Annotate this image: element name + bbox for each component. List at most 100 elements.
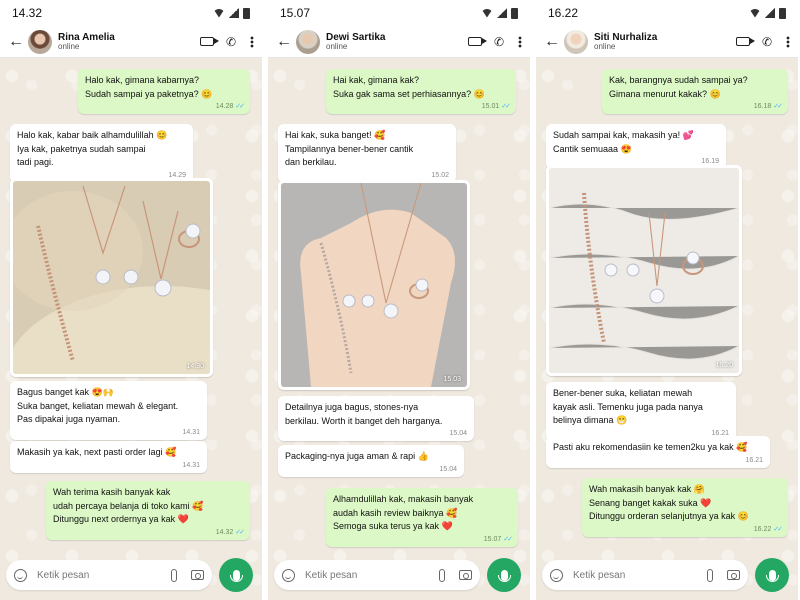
attach-icon[interactable]	[171, 568, 177, 582]
chat-header: ← Rina Amelia online ✆	[0, 26, 262, 58]
message-time: 15.01	[481, 103, 500, 110]
wifi-icon	[749, 8, 761, 18]
more-options-icon[interactable]	[250, 35, 254, 48]
camera-icon[interactable]	[191, 570, 204, 580]
chat-header: ← Siti Nurhaliza online ✆	[536, 26, 798, 58]
message-text: Wah terima kasih banyak kak udah percaya…	[53, 487, 204, 524]
message-time: 14.31	[182, 461, 200, 469]
avatar[interactable]	[564, 29, 588, 54]
message-incoming[interactable]: Packaging-nya juga aman & rapi 👍 15.04	[278, 445, 464, 477]
emoji-icon[interactable]	[14, 568, 27, 582]
emoji-icon[interactable]	[282, 568, 295, 582]
more-options-icon[interactable]	[518, 35, 522, 48]
status-icons	[213, 7, 250, 19]
message-outgoing[interactable]: Alhamdulillah kak, makasih banyak audah …	[326, 488, 518, 547]
signal-icon	[497, 8, 507, 18]
message-text: Alhamdulillah kak, makasih banyak audah …	[333, 494, 474, 531]
message-text: Kak, barangnya sudah sampai ya? Gimana m…	[609, 75, 748, 99]
message-input-bar[interactable]: Ketik pesan	[542, 560, 748, 590]
jewelry-in-hand-image	[281, 183, 467, 387]
message-text: Bener-bener suka, keliatan mewah kayak a…	[553, 388, 703, 425]
read-ticks-icon: ✓✓	[503, 535, 513, 543]
message-time: 16.18	[753, 103, 772, 110]
camera-icon[interactable]	[727, 570, 740, 580]
message-time: 16.22	[753, 525, 772, 533]
more-options-icon[interactable]	[786, 35, 790, 48]
contact-status: online	[326, 41, 348, 51]
phone-call-icon[interactable]: ✆	[226, 36, 238, 48]
mic-button[interactable]	[219, 558, 253, 592]
avatar[interactable]	[28, 29, 52, 54]
read-ticks-icon: ✓✓	[235, 103, 245, 110]
signal-icon	[229, 8, 239, 18]
message-incoming[interactable]: Halo kak, kabar baik alhamdulillah 😊 Iya…	[10, 124, 193, 183]
photo-time: 14.30	[186, 363, 204, 370]
mic-button[interactable]	[487, 558, 521, 592]
back-arrow-icon[interactable]: ←	[276, 33, 292, 51]
phone-call-icon[interactable]: ✆	[762, 36, 774, 48]
contact-status: online	[594, 41, 616, 51]
phone-call-icon[interactable]: ✆	[494, 36, 506, 48]
contact-name: Dewi Sartika	[326, 31, 386, 43]
message-incoming[interactable]: Detailnya juga bagus, stones-nya berkila…	[278, 396, 474, 441]
message-text: Halo kak, gimana kabarnya? Sudah sampai …	[85, 75, 213, 99]
jewelry-set-image	[13, 181, 210, 374]
back-arrow-icon[interactable]: ←	[8, 33, 24, 51]
message-time: 15.02	[431, 171, 449, 179]
contact-info[interactable]: Rina Amelia online	[58, 32, 200, 52]
contact-name: Siti Nurhaliza	[594, 31, 658, 43]
contact-status: online	[58, 41, 80, 51]
message-incoming[interactable]: Sudah sampai kak, makasih ya! 💕 Cantik s…	[546, 124, 726, 169]
status-bar: 15.07	[268, 0, 530, 26]
status-icons	[481, 7, 518, 19]
message-outgoing[interactable]: Wah makasih banyak kak 🤗 Senang banget k…	[582, 478, 788, 537]
video-call-icon[interactable]	[200, 37, 219, 46]
message-incoming[interactable]: Pasti aku rekomendasiin ke temen2ku ya k…	[546, 436, 770, 468]
message-outgoing[interactable]: Wah terima kasih banyak kak udah percaya…	[46, 481, 250, 540]
avatar[interactable]	[296, 29, 320, 54]
battery-icon	[243, 7, 250, 19]
message-time: 15.04	[439, 465, 457, 473]
read-ticks-icon: ✓✓	[501, 103, 511, 110]
message-input[interactable]: Ketik pesan	[573, 570, 707, 581]
camera-icon[interactable]	[459, 570, 472, 580]
wifi-icon	[213, 8, 225, 18]
message-outgoing[interactable]: Kak, barangnya sudah sampai ya? Gimana m…	[602, 69, 788, 114]
mic-icon	[497, 569, 511, 582]
attach-icon[interactable]	[707, 568, 713, 582]
photo-time: 16.20	[715, 362, 733, 369]
phone-screen-3: 16.22 ← Siti Nurhaliza online ✆ Kak, bar…	[536, 0, 798, 600]
message-time: 14.28	[215, 103, 234, 110]
mic-button[interactable]	[755, 558, 789, 592]
read-ticks-icon: ✓✓	[235, 528, 245, 536]
message-outgoing[interactable]: Hai kak, gimana kak? Suka gak sama set p…	[326, 69, 516, 114]
message-incoming[interactable]: Bener-bener suka, keliatan mewah kayak a…	[546, 382, 736, 441]
chat-header: ← Dewi Sartika online ✆	[268, 26, 530, 58]
message-incoming[interactable]: Hai kak, suka banget! 🥰 Tampilannya bene…	[278, 124, 456, 183]
message-text: Makasih ya kak, next pasti order lagi 🥰	[17, 447, 177, 457]
message-incoming[interactable]: Bagus banget kak 😍🙌 Suka banget, keliata…	[10, 381, 207, 440]
battery-icon	[779, 7, 786, 19]
message-input[interactable]: Ketik pesan	[305, 570, 439, 581]
jewelry-photo[interactable]: 16.20	[546, 165, 742, 376]
message-input-bar[interactable]: Ketik pesan	[6, 560, 212, 590]
contact-info[interactable]: Siti Nurhaliza online	[594, 32, 736, 52]
mic-icon	[229, 569, 243, 582]
read-ticks-icon: ✓✓	[773, 525, 783, 533]
message-incoming[interactable]: Makasih ya kak, next pasti order lagi 🥰 …	[10, 441, 207, 473]
contact-info[interactable]: Dewi Sartika online	[326, 32, 468, 52]
jewelry-photo[interactable]: 15.03	[278, 180, 470, 390]
message-text: Bagus banget kak 😍🙌 Suka banget, keliata…	[17, 387, 179, 424]
battery-icon	[511, 7, 518, 19]
message-time: 14.32	[215, 528, 234, 536]
status-icons	[749, 7, 786, 19]
message-input-bar[interactable]: Ketik pesan	[274, 560, 480, 590]
back-arrow-icon[interactable]: ←	[544, 33, 560, 51]
message-input[interactable]: Ketik pesan	[37, 570, 171, 581]
jewelry-photo[interactable]: 14.30	[10, 178, 213, 377]
attach-icon[interactable]	[439, 568, 445, 582]
video-call-icon[interactable]	[468, 37, 487, 46]
video-call-icon[interactable]	[736, 37, 755, 46]
emoji-icon[interactable]	[550, 568, 563, 582]
message-outgoing[interactable]: Halo kak, gimana kabarnya? Sudah sampai …	[78, 69, 250, 114]
